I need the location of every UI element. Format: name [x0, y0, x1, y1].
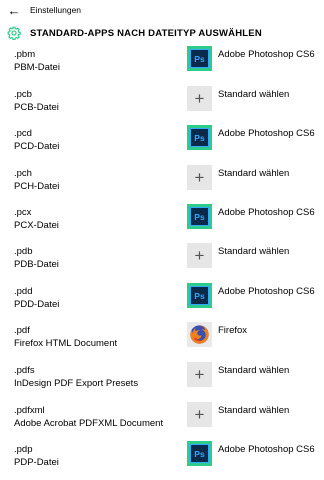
file-extension: .pdd [14, 286, 33, 297]
list-item: .pdf Firefox HTML Document Firefox [0, 322, 324, 362]
choose-default-button[interactable]: Standard wählen [218, 405, 289, 416]
list-item: .pdd PDD-Datei Ps Adobe Photoshop CS6 [0, 283, 324, 323]
choose-default-button[interactable]: Standard wählen [218, 365, 289, 376]
file-extension: .pcb [14, 89, 32, 100]
file-extension: .pdb [14, 246, 33, 257]
list-item: .pdp PDP-Datei Ps Adobe Photoshop CS6 [0, 441, 324, 480]
list-item: .pdfs InDesign PDF Export Presets + Stan… [0, 362, 324, 402]
window-title: Einstellungen [30, 5, 82, 15]
list-item: .pch PCH-Datei + Standard wählen [0, 165, 324, 205]
plus-icon[interactable]: + [187, 243, 212, 268]
plus-icon[interactable]: + [187, 402, 212, 427]
default-app-button[interactable]: Firefox [218, 325, 247, 336]
file-extension: .pdfxml [14, 405, 45, 416]
file-description: PCH-Datei [14, 181, 60, 192]
gear-icon [0, 22, 28, 44]
title-bar: ← Einstellungen [0, 0, 324, 20]
file-type-list: .pbm PBM-Datei Ps Adobe Photoshop CS6 .p… [0, 46, 324, 480]
page-header: STANDARD-APPS NACH DATEITYP AUSWÄHLEN [0, 22, 324, 44]
file-description: PDD-Datei [14, 299, 60, 310]
file-description: PCB-Datei [14, 102, 59, 113]
plus-icon[interactable]: + [187, 165, 212, 190]
photoshop-icon[interactable]: Ps [187, 125, 212, 150]
file-description: InDesign PDF Export Presets [14, 378, 139, 389]
file-description: Firefox HTML Document [14, 338, 118, 349]
list-item: .pbm PBM-Datei Ps Adobe Photoshop CS6 [0, 46, 324, 86]
list-item: .pcb PCB-Datei + Standard wählen [0, 86, 324, 126]
default-app-button[interactable]: Adobe Photoshop CS6 [218, 286, 315, 297]
file-description: PDB-Datei [14, 259, 59, 270]
photoshop-icon[interactable]: Ps [187, 441, 212, 466]
plus-icon[interactable]: + [187, 86, 212, 111]
file-description: PCX-Datei [14, 220, 59, 231]
file-extension: .pdp [14, 444, 33, 455]
file-extension: .pch [14, 168, 32, 179]
choose-default-button[interactable]: Standard wählen [218, 89, 289, 100]
default-app-button[interactable]: Adobe Photoshop CS6 [218, 207, 315, 218]
photoshop-icon[interactable]: Ps [187, 204, 212, 229]
back-arrow-icon[interactable]: ← [0, 0, 28, 20]
file-extension: .pcx [14, 207, 32, 218]
file-description: PBM-Datei [14, 62, 60, 73]
default-app-button[interactable]: Adobe Photoshop CS6 [218, 128, 315, 139]
default-app-button[interactable]: Adobe Photoshop CS6 [218, 444, 315, 455]
list-item: .pdfxml Adobe Acrobat PDFXML Document + … [0, 402, 324, 442]
choose-default-button[interactable]: Standard wählen [218, 246, 289, 257]
file-extension: .pcd [14, 128, 32, 139]
page-title: STANDARD-APPS NACH DATEITYP AUSWÄHLEN [30, 27, 262, 39]
photoshop-icon[interactable]: Ps [187, 283, 212, 308]
file-description: PCD-Datei [14, 141, 60, 152]
list-item: .pdb PDB-Datei + Standard wählen [0, 243, 324, 283]
file-extension: .pbm [14, 49, 36, 60]
file-description: PDP-Datei [14, 457, 59, 468]
plus-icon[interactable]: + [187, 362, 212, 387]
choose-default-button[interactable]: Standard wählen [218, 168, 289, 179]
firefox-icon[interactable] [187, 322, 212, 347]
file-extension: .pdfs [14, 365, 35, 376]
default-app-button[interactable]: Adobe Photoshop CS6 [218, 49, 315, 60]
file-extension: .pdf [14, 325, 30, 336]
photoshop-icon[interactable]: Ps [187, 46, 212, 71]
list-item: .pcx PCX-Datei Ps Adobe Photoshop CS6 [0, 204, 324, 244]
list-item: .pcd PCD-Datei Ps Adobe Photoshop CS6 [0, 125, 324, 165]
file-description: Adobe Acrobat PDFXML Document [14, 418, 164, 429]
